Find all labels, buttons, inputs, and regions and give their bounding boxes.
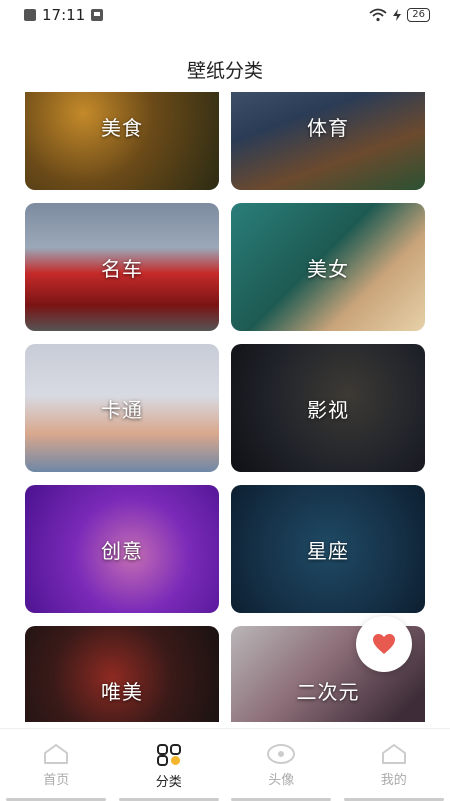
battery-indicator: 26 (407, 8, 430, 22)
tab-label: 首页 (43, 769, 69, 788)
tab-avatar[interactable]: 头像 (225, 729, 338, 801)
category-label: 唯美 (101, 676, 143, 705)
category-label: 影视 (307, 394, 349, 423)
category-card-food[interactable]: 美食 (25, 92, 219, 190)
heart-icon (372, 633, 396, 655)
avatar-icon (266, 743, 296, 765)
category-card-constellation[interactable]: 星座 (231, 485, 425, 613)
bottom-tab-bar: 首页 分类 头像 我的 (0, 728, 450, 801)
status-time: 17:11 (42, 6, 85, 24)
charging-icon (393, 9, 401, 21)
category-icon (156, 743, 182, 767)
category-card-creative[interactable]: 创意 (25, 485, 219, 613)
category-card-cars[interactable]: 名车 (25, 203, 219, 331)
category-label: 名车 (101, 253, 143, 282)
tab-profile[interactable]: 我的 (338, 729, 450, 801)
category-card-sports[interactable]: 体育 (231, 92, 425, 190)
category-card-cartoon[interactable]: 卡通 (25, 344, 219, 472)
tab-home[interactable]: 首页 (0, 729, 113, 801)
wifi-icon (369, 8, 387, 22)
category-label: 二次元 (297, 676, 360, 705)
category-card-film[interactable]: 影视 (231, 344, 425, 472)
tab-label: 分类 (156, 771, 182, 790)
category-label: 卡通 (101, 394, 143, 423)
page-title: 壁纸分类 (0, 56, 450, 83)
status-left: 17:11 (24, 6, 103, 24)
message-icon (91, 9, 103, 21)
profile-icon (381, 743, 407, 765)
status-bar: 17:11 26 (0, 0, 450, 30)
category-label: 美食 (101, 112, 143, 141)
category-card-aesthetic[interactable]: 唯美 (25, 626, 219, 722)
home-icon (43, 743, 69, 765)
category-card-beauty[interactable]: 美女 (231, 203, 425, 331)
status-right: 26 (369, 8, 430, 22)
notification-icon (24, 9, 36, 21)
category-label: 创意 (101, 535, 143, 564)
tab-label: 头像 (268, 769, 294, 788)
tab-label: 我的 (381, 769, 407, 788)
tab-category[interactable]: 分类 (113, 729, 226, 801)
favorite-button[interactable] (356, 616, 412, 672)
category-label: 星座 (307, 535, 349, 564)
category-label: 美女 (307, 253, 349, 282)
category-label: 体育 (307, 112, 349, 141)
